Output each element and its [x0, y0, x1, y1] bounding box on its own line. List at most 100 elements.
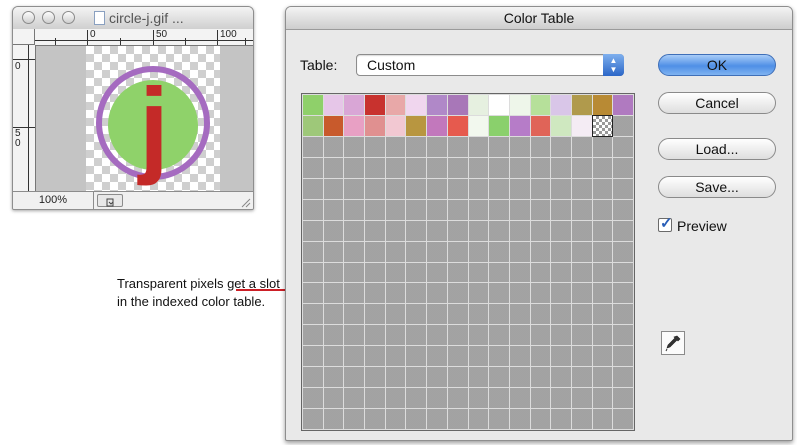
empty-swatch[interactable]	[551, 199, 571, 220]
empty-swatch[interactable]	[323, 409, 344, 429]
document-titlebar[interactable]: circle-j.gif ...	[13, 7, 253, 30]
empty-swatch[interactable]	[427, 157, 447, 178]
empty-swatch[interactable]	[468, 178, 489, 199]
empty-swatch[interactable]	[385, 262, 406, 283]
empty-swatch[interactable]	[592, 178, 613, 199]
empty-swatch[interactable]	[592, 325, 613, 346]
empty-swatch[interactable]	[468, 283, 489, 304]
empty-swatch[interactable]	[468, 241, 489, 262]
empty-swatch[interactable]	[592, 262, 613, 283]
empty-swatch[interactable]	[365, 178, 385, 199]
empty-swatch[interactable]	[447, 199, 468, 220]
empty-swatch[interactable]	[447, 136, 468, 157]
empty-swatch[interactable]	[468, 346, 489, 367]
empty-swatch[interactable]	[489, 136, 509, 157]
color-swatch[interactable]	[468, 115, 489, 136]
empty-swatch[interactable]	[551, 346, 571, 367]
empty-swatch[interactable]	[530, 199, 551, 220]
empty-swatch[interactable]	[447, 346, 468, 367]
color-swatch[interactable]	[571, 115, 592, 136]
close-window-button[interactable]	[22, 11, 35, 24]
empty-swatch[interactable]	[323, 241, 344, 262]
color-swatch[interactable]	[551, 95, 571, 115]
empty-swatch[interactable]	[344, 346, 365, 367]
ruler-origin[interactable]	[13, 29, 35, 45]
empty-swatch[interactable]	[509, 409, 530, 429]
empty-swatch[interactable]	[468, 325, 489, 346]
empty-swatch[interactable]	[530, 262, 551, 283]
empty-swatch[interactable]	[489, 262, 509, 283]
empty-swatch[interactable]	[447, 157, 468, 178]
empty-swatch[interactable]	[447, 262, 468, 283]
color-swatch[interactable]	[489, 95, 509, 115]
empty-swatch[interactable]	[303, 346, 323, 367]
empty-swatch[interactable]	[323, 178, 344, 199]
empty-swatch[interactable]	[489, 157, 509, 178]
empty-swatch[interactable]	[447, 367, 468, 388]
color-swatch[interactable]	[468, 95, 489, 115]
empty-swatch[interactable]	[427, 388, 447, 409]
empty-swatch[interactable]	[613, 199, 633, 220]
empty-swatch[interactable]	[365, 367, 385, 388]
empty-swatch[interactable]	[613, 325, 633, 346]
empty-swatch[interactable]	[385, 367, 406, 388]
empty-swatch[interactable]	[530, 388, 551, 409]
empty-swatch[interactable]	[365, 157, 385, 178]
empty-swatch[interactable]	[365, 388, 385, 409]
empty-swatch[interactable]	[592, 388, 613, 409]
empty-swatch[interactable]	[427, 220, 447, 241]
empty-swatch[interactable]	[509, 136, 530, 157]
empty-swatch[interactable]	[323, 346, 344, 367]
empty-swatch[interactable]	[509, 262, 530, 283]
empty-swatch[interactable]	[427, 367, 447, 388]
empty-swatch[interactable]	[489, 325, 509, 346]
empty-swatch[interactable]	[385, 409, 406, 429]
empty-swatch[interactable]	[571, 199, 592, 220]
empty-swatch[interactable]	[613, 304, 633, 325]
empty-swatch[interactable]	[365, 325, 385, 346]
empty-swatch[interactable]	[385, 388, 406, 409]
load-button[interactable]: Load...	[658, 138, 776, 160]
empty-swatch[interactable]	[406, 262, 427, 283]
color-table-dialog[interactable]: Color Table Table: Custom ▲ ▼ OK Cancel L…	[285, 6, 793, 441]
empty-swatch[interactable]	[613, 157, 633, 178]
empty-swatch[interactable]	[551, 367, 571, 388]
empty-swatch[interactable]	[365, 262, 385, 283]
empty-swatch[interactable]	[365, 304, 385, 325]
empty-swatch[interactable]	[489, 346, 509, 367]
canvas-area[interactable]: j	[36, 46, 253, 191]
empty-swatch[interactable]	[571, 304, 592, 325]
empty-swatch[interactable]	[592, 409, 613, 429]
empty-swatch[interactable]	[489, 304, 509, 325]
empty-swatch[interactable]	[303, 325, 323, 346]
empty-swatch[interactable]	[571, 388, 592, 409]
color-table-grid[interactable]	[301, 93, 635, 431]
empty-swatch[interactable]	[468, 157, 489, 178]
empty-swatch[interactable]	[303, 178, 323, 199]
empty-swatch[interactable]	[427, 241, 447, 262]
empty-swatch[interactable]	[592, 220, 613, 241]
empty-swatch[interactable]	[489, 220, 509, 241]
empty-swatch[interactable]	[509, 241, 530, 262]
empty-swatch[interactable]	[365, 199, 385, 220]
empty-swatch[interactable]	[613, 178, 633, 199]
color-swatch[interactable]	[427, 95, 447, 115]
empty-swatch[interactable]	[509, 178, 530, 199]
empty-swatch[interactable]	[406, 178, 427, 199]
empty-swatch[interactable]	[344, 388, 365, 409]
empty-swatch[interactable]	[530, 325, 551, 346]
empty-swatch[interactable]	[427, 304, 447, 325]
empty-swatch[interactable]	[344, 304, 365, 325]
empty-swatch[interactable]	[613, 283, 633, 304]
empty-swatch[interactable]	[592, 157, 613, 178]
empty-swatch[interactable]	[489, 283, 509, 304]
empty-swatch[interactable]	[571, 325, 592, 346]
empty-swatch[interactable]	[323, 388, 344, 409]
empty-swatch[interactable]	[530, 241, 551, 262]
empty-swatch[interactable]	[447, 388, 468, 409]
table-dropdown[interactable]: Custom ▲ ▼	[356, 54, 624, 76]
empty-swatch[interactable]	[509, 367, 530, 388]
empty-swatch[interactable]	[530, 157, 551, 178]
color-swatch[interactable]	[509, 95, 530, 115]
color-swatch[interactable]	[385, 95, 406, 115]
